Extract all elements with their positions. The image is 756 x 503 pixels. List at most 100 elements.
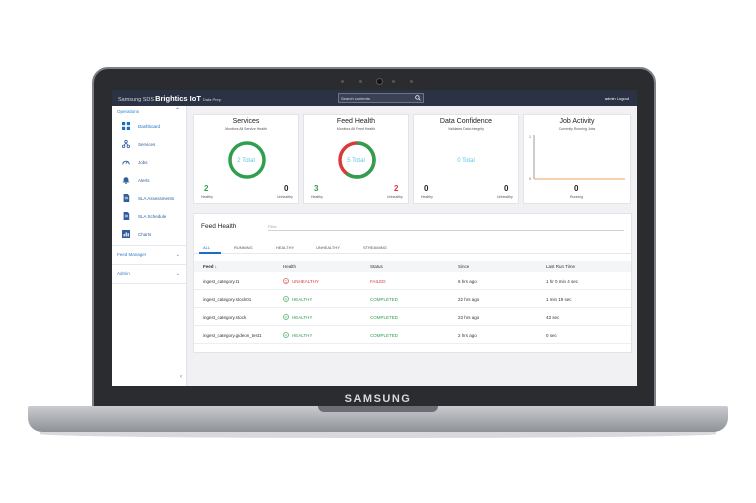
health-label: HEALTHY bbox=[292, 332, 313, 338]
feed-name[interactable]: ingest_category.stock bbox=[203, 315, 246, 320]
search-input[interactable] bbox=[341, 95, 411, 102]
health-cell: HEALTHY bbox=[283, 332, 312, 338]
top-bar: Samsung SDSBrightics IoTData Prep admin … bbox=[112, 90, 637, 106]
column-header-status[interactable]: Status bbox=[370, 264, 383, 269]
sensor-dot bbox=[341, 80, 344, 83]
health-label: HEALTHY bbox=[292, 314, 313, 320]
card-subtitle: Currently Running Jobs bbox=[558, 127, 596, 131]
services-card[interactable]: Services Monitors All Service Health 2 T… bbox=[193, 114, 299, 204]
healthy-count: 2 bbox=[204, 184, 209, 193]
chevron-up-icon: ⌃ bbox=[174, 108, 180, 114]
sidebar-item-dashboard[interactable]: Dashboard bbox=[112, 117, 186, 135]
healthy-count: 0 bbox=[424, 184, 429, 193]
since-value: 2 hrs ago bbox=[458, 333, 477, 338]
sidebar-divider bbox=[112, 283, 186, 284]
sidebar: Operations ⌃ Dashboard Services Jobs Ale… bbox=[112, 106, 187, 386]
sidebar-item-alerts[interactable]: Alerts bbox=[112, 171, 186, 189]
tab-healthy[interactable]: HEALTHY bbox=[276, 245, 294, 250]
search-icon[interactable] bbox=[415, 95, 421, 101]
sensor-dot bbox=[359, 80, 362, 83]
feed-name[interactable]: ingest_category.gideon_test1 bbox=[203, 333, 261, 338]
laptop-frame: SAMSUNG Samsung SDSBrightics IoT Data Pre… bbox=[0, 0, 756, 503]
chart-icon bbox=[122, 230, 130, 238]
card-subtitle: Validates Data Integrity bbox=[448, 127, 484, 131]
sidebar-item-services[interactable]: Services bbox=[112, 135, 186, 153]
document-icon bbox=[123, 212, 130, 220]
unhealthy-label: Unhealthy bbox=[387, 195, 403, 199]
column-header-since[interactable]: Since bbox=[458, 264, 469, 269]
smile-face-icon bbox=[283, 332, 289, 338]
smile-face-icon bbox=[283, 296, 289, 302]
collapse-sidebar-button[interactable]: ‹ bbox=[180, 374, 182, 380]
sidebar-item-label: Alerts bbox=[138, 177, 150, 183]
since-value: 22 hrs ago bbox=[458, 297, 480, 302]
filter-input[interactable] bbox=[268, 222, 624, 231]
column-header-health[interactable]: Health bbox=[283, 264, 296, 269]
last-run-value: 43 sec bbox=[546, 315, 560, 320]
card-title: Feed Health bbox=[336, 118, 376, 125]
tab-streaming[interactable]: STREAMING bbox=[363, 245, 387, 250]
app-screen: Samsung SDSBrightics IoTData Prep admin … bbox=[112, 90, 637, 386]
sidebar-item-charts[interactable]: Charts bbox=[112, 225, 186, 243]
sidebar-section-admin[interactable]: Admin ⌄ bbox=[112, 267, 186, 281]
logo-prefix: Samsung SDS bbox=[118, 97, 155, 103]
table-row[interactable]: ingest_category.gideon_test1 HEALTHY COM… bbox=[194, 326, 631, 344]
search-box[interactable] bbox=[338, 93, 424, 103]
health-cell: HEALTHY bbox=[283, 296, 312, 302]
table-row[interactable]: ingest_category.stock01 HEALTHY COMPLETE… bbox=[194, 290, 631, 308]
feed-name[interactable]: ingest_category.t1 bbox=[203, 279, 239, 284]
table-row[interactable]: ingest_category.t1 UNHEALTHY FAILED 6 hr… bbox=[194, 272, 631, 290]
y-axis-max: 1 bbox=[529, 135, 531, 139]
chevron-down-icon: ⌄ bbox=[175, 271, 180, 277]
job-activity-chart bbox=[533, 135, 625, 180]
chevron-down-icon: ⌄ bbox=[175, 252, 180, 258]
column-header-last-run[interactable]: Last Run Time bbox=[546, 264, 575, 269]
section-label: Admin bbox=[117, 271, 130, 276]
sidebar-item-label: Dashboard bbox=[138, 123, 161, 129]
laptop-notch bbox=[318, 406, 438, 412]
column-header-feed[interactable]: Feed ↓ bbox=[203, 264, 217, 269]
sidebar-item-sla-schedule[interactable]: SLA Schedule bbox=[112, 207, 186, 225]
status-label: COMPLETED bbox=[370, 297, 399, 302]
panel-title: Feed Health bbox=[201, 223, 237, 230]
card-total: 2 Total bbox=[237, 158, 255, 164]
sidebar-item-label: Jobs bbox=[138, 159, 148, 165]
data-confidence-card[interactable]: Data Confidence Validates Data Integrity… bbox=[413, 114, 519, 204]
active-tab-indicator bbox=[199, 252, 221, 254]
health-label: UNHEALTHY bbox=[292, 278, 319, 284]
unhealthy-count: 2 bbox=[394, 184, 399, 193]
table-row[interactable]: ingest_category.stock HEALTHY COMPLETED … bbox=[194, 308, 631, 326]
healthy-label: Healthy bbox=[311, 195, 323, 199]
feed-tabs: ALL RUNNING HEALTHY UNHEALTHY STREAMING bbox=[194, 242, 631, 254]
running-label: Running bbox=[570, 195, 584, 199]
card-subtitle: Monitors All Service Health bbox=[225, 127, 267, 131]
y-axis-min: 0 bbox=[529, 177, 531, 181]
sidebar-item-jobs[interactable]: Jobs bbox=[112, 153, 186, 171]
since-value: 23 hrs ago bbox=[458, 315, 480, 320]
feed-health-panel: Feed Health ALL RUNNING HEALTHY UNHEALTH… bbox=[193, 213, 632, 353]
app-logo[interactable]: Samsung SDSBrightics IoT Data Prep bbox=[118, 94, 221, 103]
job-activity-card[interactable]: Job Activity Currently Running Jobs 1 0 … bbox=[523, 114, 631, 204]
sidebar-section-operations[interactable]: Operations ⌃ bbox=[112, 106, 186, 117]
network-icon bbox=[122, 140, 130, 148]
smile-face-icon bbox=[283, 314, 289, 320]
feed-health-card[interactable]: Feed Health Monitors All Feed Health 5 T… bbox=[303, 114, 409, 204]
status-label: FAILED bbox=[370, 279, 386, 284]
sidebar-item-label: Charts bbox=[138, 231, 152, 237]
unhealthy-count: 0 bbox=[284, 184, 289, 193]
sidebar-section-feed-manager[interactable]: Feed Manager ⌄ bbox=[112, 248, 186, 262]
tab-running[interactable]: RUNNING bbox=[234, 245, 253, 250]
section-label: Feed Manager bbox=[117, 252, 147, 257]
health-cell: UNHEALTHY bbox=[283, 278, 319, 284]
sensor-dot bbox=[410, 80, 413, 83]
card-subtitle: Monitors All Feed Health bbox=[336, 127, 376, 131]
unhealthy-count: 0 bbox=[504, 184, 509, 193]
sidebar-item-sla-assessments[interactable]: SLA Assessments bbox=[112, 189, 186, 207]
health-label: HEALTHY bbox=[292, 296, 313, 302]
card-total: 5 Total bbox=[347, 158, 365, 164]
bell-icon bbox=[122, 177, 130, 184]
tab-all[interactable]: ALL bbox=[203, 245, 210, 250]
tab-unhealthy[interactable]: UNHEALTHY bbox=[316, 245, 340, 250]
feed-name[interactable]: ingest_category.stock01 bbox=[203, 297, 251, 302]
user-logout-link[interactable]: admin Logout bbox=[605, 96, 629, 101]
